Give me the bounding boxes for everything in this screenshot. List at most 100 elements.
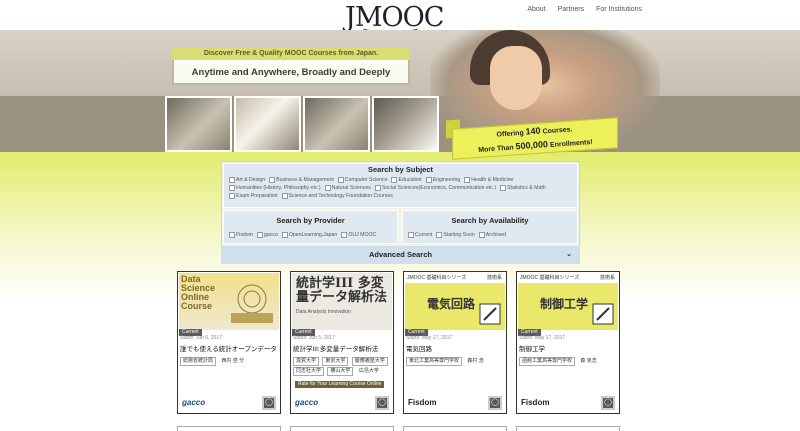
series-tag: 技術系: [599, 275, 615, 281]
institution-tag: 東京大学: [322, 357, 349, 366]
subject-title: Search by Subject: [367, 165, 434, 174]
hero-thumbnail: [303, 96, 370, 152]
provider-logo-gacco: gacco: [182, 398, 206, 407]
subject-checkbox[interactable]: Natural Sciences: [325, 184, 371, 192]
provider-logo-fisdom: Fisdom: [521, 398, 550, 407]
cover-text: 電気回路: [427, 297, 476, 311]
institution-list: 東北工業高等専門学校 森村 浩: [406, 357, 504, 367]
provider-checkbox[interactable]: OpenLearning,Japan: [282, 231, 337, 239]
hero-thumbnails: [165, 96, 439, 152]
provider-checkbox[interactable]: gacco: [257, 231, 278, 239]
top-nav: About Partners For Institutions: [527, 6, 642, 13]
subject-checkbox[interactable]: Engineering: [426, 176, 461, 184]
availability-title: Search by Availability: [451, 216, 529, 225]
course-card-next-row: [177, 426, 281, 431]
institution-tag: 函館工業高等専門学校: [519, 357, 576, 366]
site-header: JMOOC About Partners For Institutions: [0, 0, 800, 34]
institution-tag: 広島大学: [358, 368, 379, 374]
nav-for-institutions[interactable]: For Institutions: [596, 6, 642, 13]
course-tag-link[interactable]: Rate for Your Learning Course Online: [295, 381, 385, 388]
subject-checkbox[interactable]: Health & Medicine: [464, 176, 513, 184]
start-date: Starts: Jun 6, 2017: [180, 335, 222, 341]
subject-checkbox[interactable]: Science and Technology Foundation Course…: [282, 192, 393, 200]
course-cover: 統計学III 多変量データ解析法 Data Analysis Innovatio…: [292, 273, 392, 330]
tagline-small: Discover Free & Quality MOOC Courses fro…: [172, 47, 410, 60]
advanced-search-toggle[interactable]: Advanced Search ⌄: [221, 246, 580, 264]
start-date: Starts: May 17, 2017: [519, 335, 566, 341]
instructor-name: 西内 啓 分: [221, 358, 245, 364]
instructor-name: 森 克志: [580, 358, 597, 364]
provider-logo-fisdom: Fisdom: [408, 398, 437, 407]
hero-thumbnail: [165, 96, 232, 152]
course-title[interactable]: 統計学III:多変量データ解析法: [293, 343, 393, 353]
course-card[interactable]: 統計学III 多変量データ解析法 Data Analysis Innovatio…: [290, 271, 394, 414]
jmooc-mark-icon: ◯: [375, 396, 389, 410]
institution-tag: 同志社大学: [293, 367, 325, 376]
pencil-icon: [479, 303, 501, 325]
course-cover: JMOOC 基礎科目シリーズ 技術系 電気回路: [405, 273, 505, 330]
provider-section: Search by Provider Fisdom gacco OpenLearni…: [223, 210, 398, 244]
hero-thumbnail: [372, 96, 439, 152]
provider-checkbox[interactable]: Fisdom: [229, 231, 253, 239]
series-header: JMOOC 基礎科目シリーズ 技術系: [405, 273, 505, 283]
course-cover: JMOOC 基礎科目シリーズ 技術系 制御工学: [518, 273, 618, 330]
cover-graphic: [231, 284, 273, 323]
course-title[interactable]: 電気回路: [406, 343, 506, 353]
institution-tag: 東北工業高等専門学校: [406, 357, 463, 366]
course-card[interactable]: Data Science Online Course Current Start…: [177, 271, 281, 414]
instructor-name: 森村 浩: [467, 358, 484, 364]
subject-checkbox[interactable]: Business & Management: [269, 176, 334, 184]
availability-section: Search by Availability Current Starting S…: [402, 210, 578, 244]
series-name: JMOOC 基礎科目シリーズ: [520, 275, 580, 281]
hero-figure-face: [490, 46, 542, 110]
subject-checkbox[interactable]: Social Sciences(Economics, Communication…: [375, 184, 496, 192]
pencil-icon: [592, 303, 614, 325]
course-card[interactable]: JMOOC 基礎科目シリーズ 技術系 制御工学 Current Starts: …: [516, 271, 620, 414]
course-cover: Data Science Online Course: [179, 273, 279, 330]
institution-tag: 滋賀大学: [293, 357, 320, 366]
cover-text: 統計学III 多変量データ解析法: [296, 276, 388, 305]
availability-checkbox[interactable]: Starting Soon: [436, 231, 474, 239]
start-date: Starts: Jun 5, 2017: [293, 335, 335, 341]
institution-list: 函館工業高等専門学校 森 克志: [519, 357, 617, 367]
chevron-down-icon: ⌄: [566, 251, 572, 258]
availability-options: Current Starting Soon Archived: [403, 231, 577, 239]
subject-checkbox[interactable]: Statistics & Math: [500, 184, 546, 192]
institution-tag: 総務省統計局: [180, 357, 217, 366]
jmooc-mark-icon: ◯: [601, 396, 615, 410]
institution-tag: 横山大学: [327, 367, 354, 376]
availability-checkbox[interactable]: Current: [408, 231, 432, 239]
subject-checkbox[interactable]: Humanities (History, Philosophy etc.): [229, 184, 321, 192]
cover-text: Data Science Online Course: [181, 274, 216, 311]
cover-subtext: Data Analysis Innovation: [296, 309, 351, 315]
subject-checkbox[interactable]: Computer Science: [338, 176, 388, 184]
institution-list: 総務省統計局 西内 啓 分: [180, 357, 278, 367]
series-name: JMOOC 基礎科目シリーズ: [407, 275, 467, 281]
provider-title: Search by Provider: [276, 216, 345, 225]
subject-checkbox[interactable]: Art & Design: [229, 176, 265, 184]
nav-partners[interactable]: Partners: [558, 6, 584, 13]
tagline-main: Anytime and Anywhere, Broadly and Deeply: [191, 67, 391, 78]
provider-checkbox[interactable]: OUJ MOOC: [341, 231, 376, 239]
hero-thumbnail: [234, 96, 301, 152]
availability-checkbox[interactable]: Archived: [479, 231, 506, 239]
subject-checkbox[interactable]: Education: [391, 176, 421, 184]
cover-text: 制御工学: [540, 297, 589, 311]
subject-section: Search by Subject Art & Design Business &…: [223, 163, 578, 208]
course-card-next-row: [290, 426, 394, 431]
course-title[interactable]: 制御工学: [519, 343, 619, 353]
course-card-next-row: [516, 426, 620, 431]
course-title[interactable]: 誰でも使える統計オープンデータ: [180, 343, 280, 353]
institution-list: 滋賀大学 東京大学 慶應義塾大学 同志社大学 横山大学 広島大学: [293, 357, 391, 377]
advanced-search-label: Advanced Search: [369, 250, 432, 259]
subject-checkbox[interactable]: Exam Preparation: [229, 192, 278, 200]
nav-about[interactable]: About: [527, 6, 545, 13]
course-card-next-row: [403, 426, 507, 431]
course-card[interactable]: JMOOC 基礎科目シリーズ 技術系 電気回路 Current Starts: …: [403, 271, 507, 414]
series-tag: 技術系: [486, 275, 502, 281]
provider-logo-gacco: gacco: [295, 398, 319, 407]
subject-options: Art & Design Business & Management Compute…: [224, 176, 577, 200]
jmooc-mark-icon: ◯: [262, 396, 276, 410]
start-date: Starts: May 17, 2017: [406, 335, 453, 341]
series-header: JMOOC 基礎科目シリーズ 技術系: [518, 273, 618, 283]
